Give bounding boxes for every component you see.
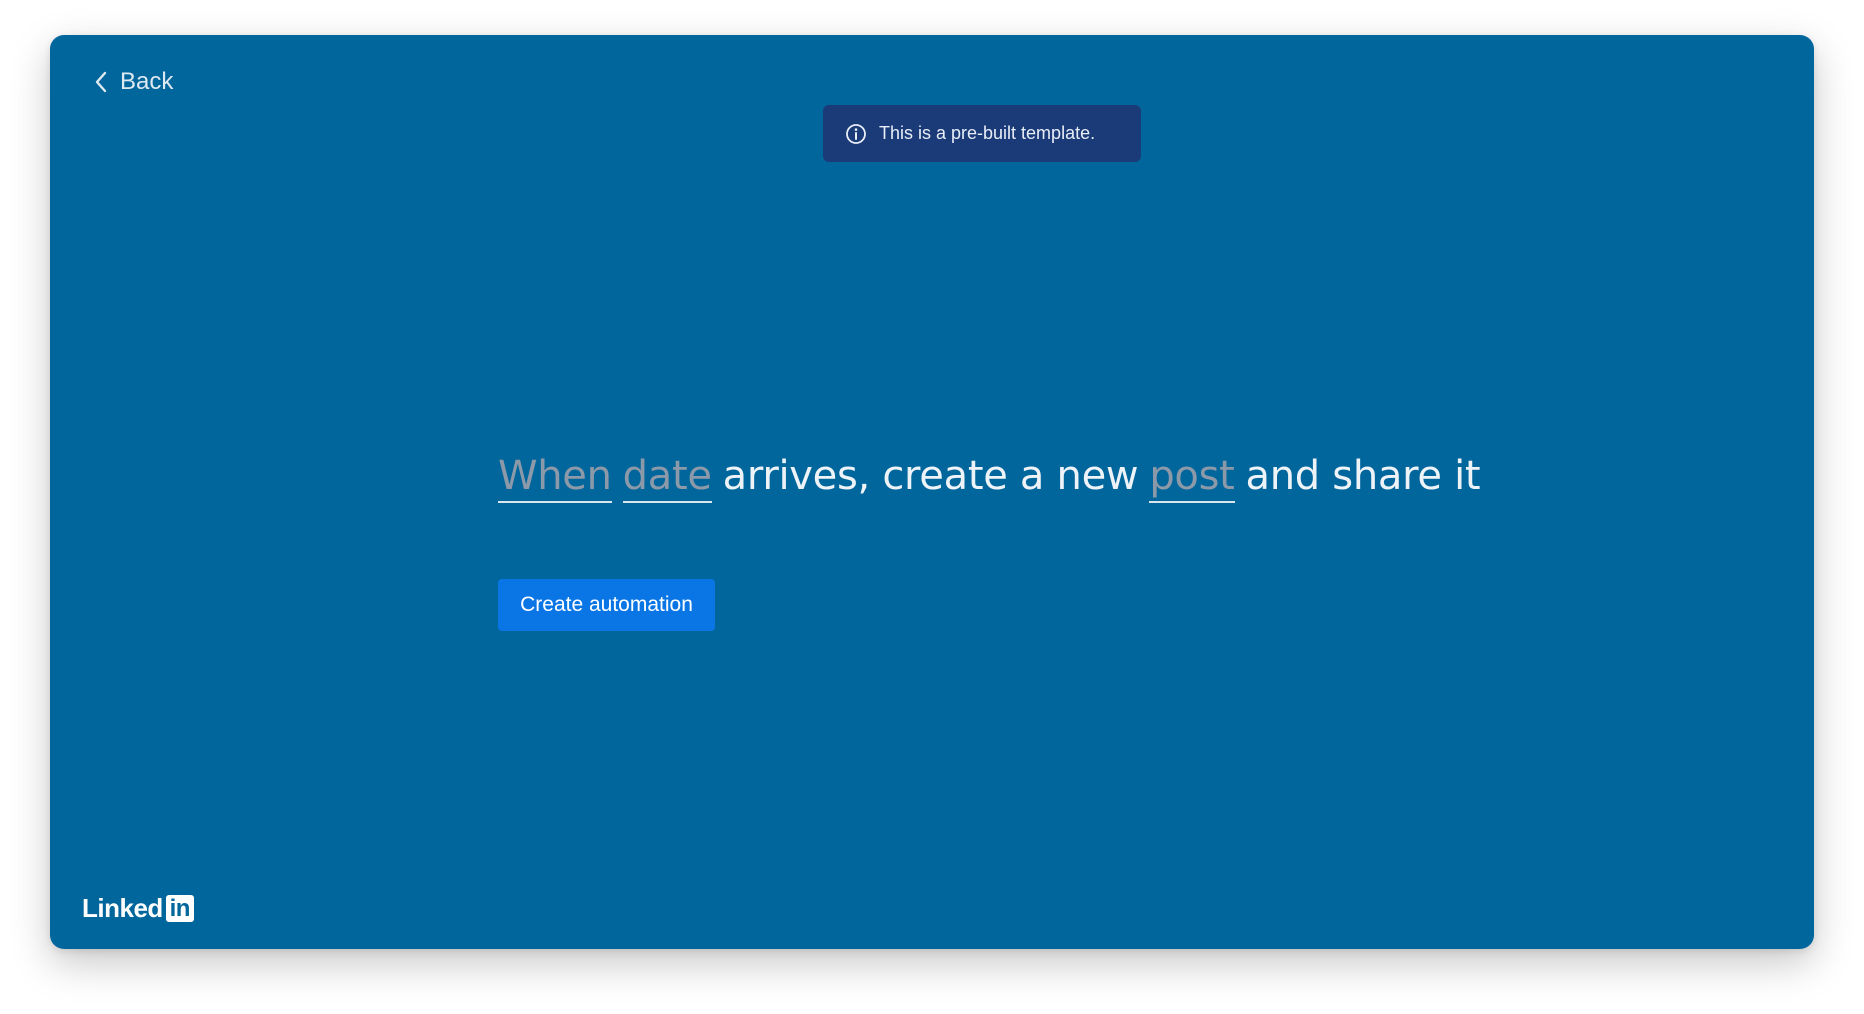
prebuilt-template-notice: This is a pre-built template. xyxy=(823,105,1141,162)
info-icon xyxy=(845,123,867,145)
back-button[interactable]: Back xyxy=(90,57,177,107)
create-automation-button[interactable]: Create automation xyxy=(498,579,715,631)
date-field-token[interactable]: date xyxy=(622,454,712,503)
logo-wordmark: Linked xyxy=(82,893,163,923)
recipe-end-text: and share it xyxy=(1245,453,1481,499)
automation-template-panel: Back This is a pre-built template. When d… xyxy=(50,35,1814,949)
logo-in-box: in xyxy=(165,895,194,922)
linkedin-logo: Linked in xyxy=(82,893,194,924)
recipe-middle-text: arrives, create a new xyxy=(722,453,1139,499)
back-label: Back xyxy=(120,68,174,95)
notice-text: This is a pre-built template. xyxy=(879,123,1096,143)
post-field-token[interactable]: post xyxy=(1149,454,1235,503)
trigger-token[interactable]: When xyxy=(498,454,612,503)
chevron-left-icon xyxy=(94,71,108,93)
automation-recipe-sentence: When date arrives, create a new post and sha… xyxy=(498,453,1481,503)
